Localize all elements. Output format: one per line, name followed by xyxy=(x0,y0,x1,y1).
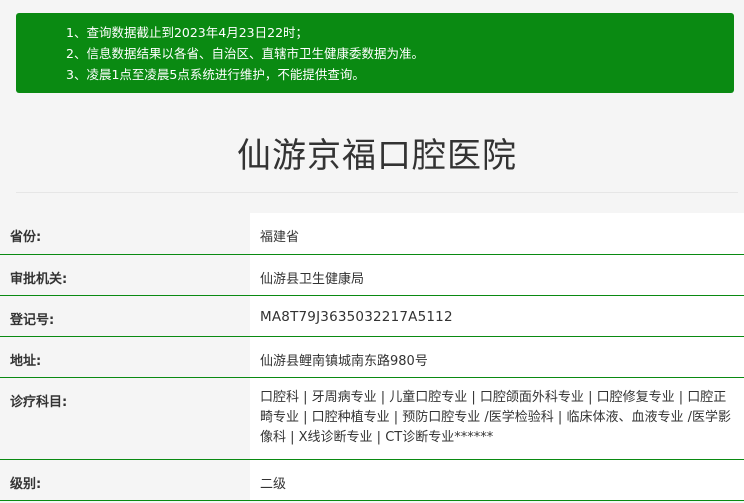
notice-line-3: 3、凌晨1点至凌晨5点系统进行维护，不能提供查询。 xyxy=(66,67,365,82)
province-value: 福建省 xyxy=(250,213,744,254)
level-label: 级别: xyxy=(0,459,250,500)
hospital-name: 仙游京福口腔医院 xyxy=(237,136,517,176)
info-table: 省份: 福建省 审批机关: 仙游县卫生健康局 登记号: MA8T79J36350… xyxy=(0,213,744,501)
authority-value: 仙游县卫生健康局 xyxy=(250,254,744,295)
notice-line-1: 1、查询数据截止到2023年4月23日22时； xyxy=(66,25,309,40)
departments-value: 口腔科 | 牙周病专业 | 儿童口腔专业 | 口腔颌面外科专业 | 口腔修复专业… xyxy=(250,377,744,459)
table-row: 登记号: MA8T79J3635032217A5112 xyxy=(0,295,744,336)
notice-line-2: 2、信息数据结果以各省、自治区、直辖市卫生健康委数据为准。 xyxy=(66,46,424,61)
table-row: 诊疗科目: 口腔科 | 牙周病专业 | 儿童口腔专业 | 口腔颌面外科专业 | … xyxy=(0,377,744,459)
address-value: 仙游县鲤南镇城南东路980号 xyxy=(250,336,744,377)
authority-label: 审批机关: xyxy=(0,254,250,295)
registration-label: 登记号: xyxy=(0,295,250,336)
table-row: 审批机关: 仙游县卫生健康局 xyxy=(0,254,744,295)
table-row: 级别: 二级 xyxy=(0,459,744,500)
table-row: 地址: 仙游县鲤南镇城南东路980号 xyxy=(0,336,744,377)
province-label: 省份: xyxy=(0,213,250,254)
registration-value: MA8T79J3635032217A5112 xyxy=(250,295,744,336)
address-label: 地址: xyxy=(0,336,250,377)
level-value: 二级 xyxy=(250,459,744,500)
title-divider xyxy=(16,192,738,193)
table-row: 省份: 福建省 xyxy=(0,213,744,254)
departments-label: 诊疗科目: xyxy=(0,377,250,459)
notice-banner: 1、查询数据截止到2023年4月23日22时； 2、信息数据结果以各省、自治区、… xyxy=(16,13,734,93)
